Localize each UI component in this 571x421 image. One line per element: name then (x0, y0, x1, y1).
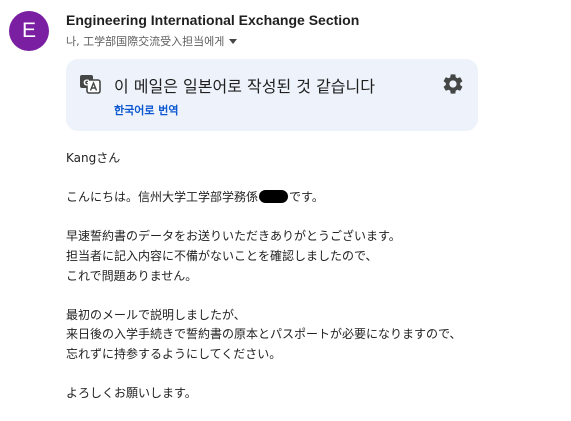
translate-message: 이 메일은 일본어로 작성된 것 같습니다 (114, 77, 375, 96)
recipient-text: 나, 工学部国際交流受入担当에게 (66, 35, 225, 48)
recipient-details-toggle[interactable]: 나, 工学部国際交流受入担当에게 (66, 33, 238, 49)
closing-line: よろしくお願いします。 (66, 386, 197, 401)
gear-icon[interactable] (441, 72, 465, 96)
translate-icon: G (80, 75, 101, 94)
body-line: 来日後の入学手続きで誓約書の原本とパスポートが必要になりますので、 (66, 327, 462, 342)
translate-banner: G 이 메일은 일본어로 작성된 것 같습니다 한국어로 번역 (66, 59, 478, 131)
intro-text-end: です。 (289, 190, 324, 205)
body-line: これで問題ありません。 (66, 268, 198, 283)
chevron-down-icon[interactable] (229, 38, 238, 44)
body-line: 最初のメールで説明しましたが、 (66, 307, 246, 322)
translate-to-korean-link[interactable]: 한국어로 번역 (114, 102, 179, 118)
body-line: 早速誓約書のデータをお送りいただきありがとうございます。 (66, 229, 401, 244)
redaction-mark (259, 190, 289, 204)
greeting-line: Kangさん (66, 151, 121, 165)
sender-name[interactable]: Engineering International Exchange Secti… (66, 12, 359, 28)
svg-text:G: G (83, 79, 90, 88)
body-line: 忘れずに持参するようにしてください。 (66, 346, 282, 361)
intro-text: こんにちは。信州大学工学部学務係 (66, 190, 259, 205)
email-body: Kangさん こんにちは。信州大学工学部学務係 です。 早速誓約書のデータをお送り… (66, 149, 561, 404)
intro-line: こんにちは。信州大学工学部学務係 です。 (66, 188, 561, 208)
body-line: 担当者に記入内容に不備がないことを確認しましたので、 (66, 248, 378, 263)
sender-avatar[interactable]: E (9, 11, 49, 51)
